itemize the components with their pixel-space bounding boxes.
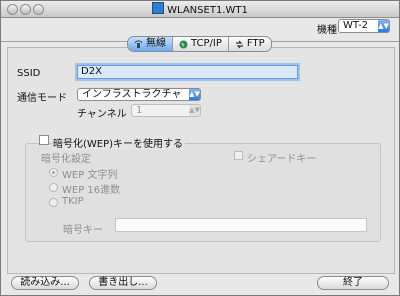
chevron-updown-icon: ▲▼ [189,89,200,100]
radio-wep-string[interactable] [49,168,58,177]
encryption-key-input[interactable] [115,218,367,232]
tab-tcpip-label: TCP/IP [191,38,222,49]
shared-key-checkbox[interactable] [234,151,243,160]
tab-ftp[interactable]: FTP [228,37,271,51]
model-value: WT-2 [343,20,369,31]
channel-label: チャンネル [77,109,127,120]
model-label: 機種 [317,25,337,36]
ssid-label: SSID [17,68,41,79]
window-title: WLANSET1.WT1 [167,5,248,16]
wep-checkbox-label: 暗号化(WEP)キーを使用する [53,135,186,150]
tab-tcpip[interactable]: TCP/IP [173,37,229,51]
window-title-wrap: WLANSET1.WT1 [1,2,399,16]
shared-key-label: シェアードキー [247,154,317,165]
chevron-updown-icon: ▲▼ [378,20,389,32]
load-button[interactable]: 読み込み... [11,276,79,290]
model-select[interactable]: WT-2 ▲▼ [338,19,390,33]
mode-select[interactable]: インフラストラクチャ ▲▼ [77,88,201,101]
channel-value: 1 [136,105,143,116]
quit-button[interactable]: 終了 [317,276,389,290]
encryption-setting-label: 暗号化設定 [41,154,91,165]
radio-wep-hex-label: WEP 16進数 [62,185,121,196]
radio-wep-hex[interactable] [49,183,58,192]
wireless-icon [134,39,143,48]
globe-icon [179,40,188,48]
write-button[interactable]: 書き出し... [89,276,157,290]
title-bar: WLANSET1.WT1 [1,1,399,18]
tab-ftp-label: FTP [246,38,265,49]
wep-checkbox[interactable] [39,135,49,145]
radio-wep-string-label: WEP 文字列 [62,170,118,181]
ssid-input[interactable]: D2X [77,65,298,79]
tab-wireless-label: 無線 [146,38,166,49]
channel-select[interactable]: 1 ▲▼ [131,104,201,117]
app-window: WLANSET1.WT1 機種 WT-2 ▲▼ 無線 TCP/IP FTP SS… [0,0,400,296]
encryption-key-label: 暗号キー [63,225,103,236]
tab-wireless[interactable]: 無線 [128,37,173,51]
tab-bar: 無線 TCP/IP FTP [127,36,272,52]
radio-tkip-label: TKIP [62,196,84,207]
radio-tkip[interactable] [49,198,58,207]
ftp-icon [235,40,243,48]
mode-value: インフラストラクチャ [82,89,182,100]
document-icon [152,2,165,14]
content-area: 機種 WT-2 ▲▼ 無線 TCP/IP FTP SSID D2X 通信モード … [1,18,399,295]
mode-label: 通信モード [17,93,67,104]
chevron-updown-icon: ▲▼ [189,105,200,116]
